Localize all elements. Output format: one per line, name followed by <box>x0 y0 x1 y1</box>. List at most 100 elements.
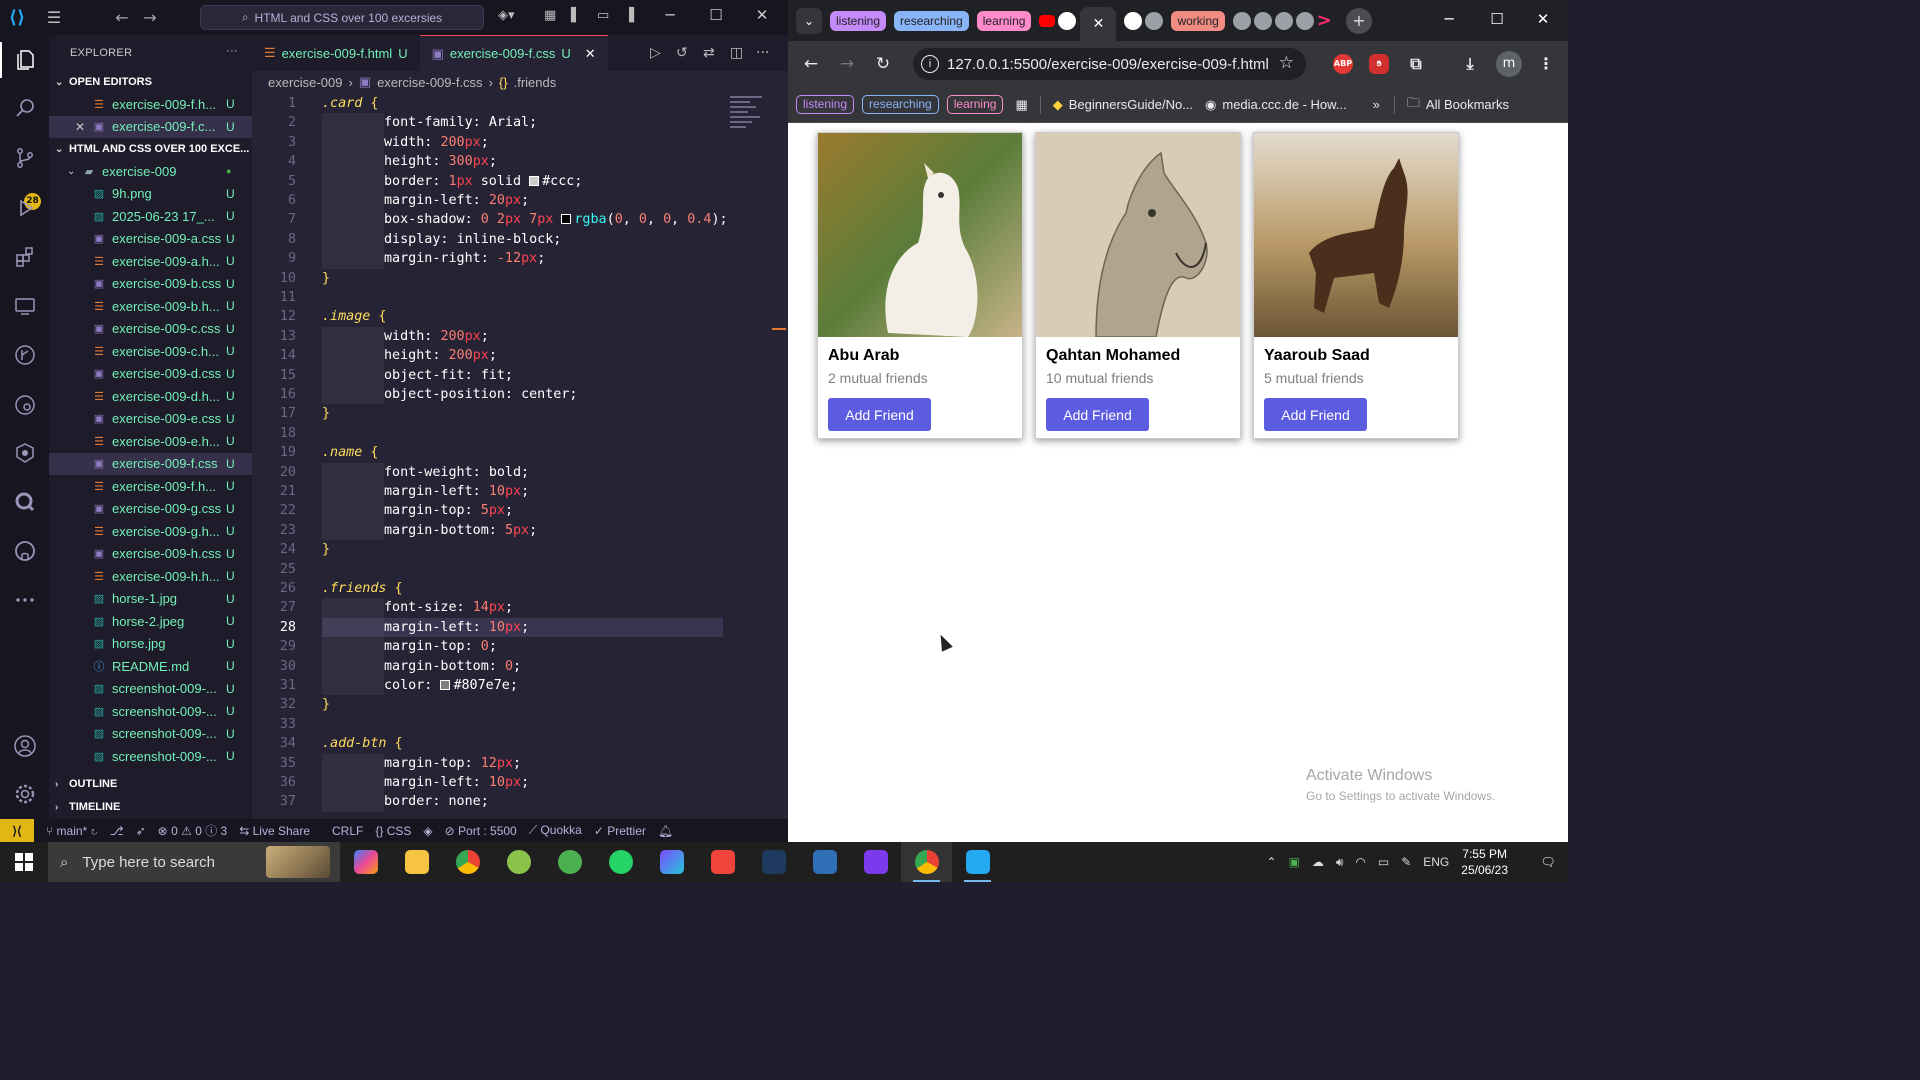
live-share-status[interactable]: ⇆ Live Share <box>239 824 310 838</box>
more-views-icon[interactable] <box>0 582 49 618</box>
prettier-status[interactable]: ✓ Prettier <box>594 824 646 838</box>
rocket-icon[interactable]: ➶ <box>136 824 146 838</box>
problems-status[interactable]: ⊗ 0 ⚠ 0 ⓘ 3 <box>158 822 228 839</box>
bookmark-group-listening[interactable]: listening <box>796 95 855 114</box>
taskbar-search-box[interactable]: ⌕ Type here to search <box>48 842 340 882</box>
close-tab-icon[interactable]: ✕ <box>585 46 596 62</box>
file-item[interactable]: ▨ 9h.png U <box>49 183 252 206</box>
kubernetes-icon[interactable] <box>0 435 49 471</box>
minimize-icon[interactable]: ─ <box>1426 10 1472 28</box>
code-line[interactable]: margin-top: 5px; <box>322 501 513 521</box>
github-tab-icon[interactable] <box>1124 11 1143 30</box>
forward-arrow-icon[interactable]: → <box>136 8 164 27</box>
layout-customize-icon[interactable]: ▦ <box>544 8 556 23</box>
code-line[interactable]: margin-left: 10px; <box>322 773 529 793</box>
quokka-icon[interactable] <box>0 484 49 520</box>
file-item[interactable]: ☰ exercise-009-b.h... U <box>49 295 252 318</box>
breadcrumb-symbol[interactable]: .friends <box>514 75 557 90</box>
code-line[interactable]: .friends { <box>322 579 403 598</box>
file-item[interactable]: ▣ exercise-009-b.css U <box>49 273 252 296</box>
file-item[interactable]: ☰ exercise-009-h.h... U <box>49 565 252 588</box>
onedrive-icon[interactable]: ☁ <box>1312 855 1324 869</box>
tab-search-icon[interactable]: ⌄ <box>796 7 822 34</box>
chrome-menu-icon[interactable]: ⋮ <box>1536 54 1556 74</box>
code-line[interactable]: margin-bottom: 5px; <box>322 520 537 541</box>
branch-status[interactable]: ⑂ main* ↻ <box>46 824 98 838</box>
vpn-app-icon[interactable] <box>646 842 697 882</box>
language-status[interactable]: {} CSS <box>375 824 411 838</box>
code-line[interactable]: width: 200px; <box>322 132 489 153</box>
toggle-secondary-sidebar-icon[interactable]: ▐ <box>624 8 634 23</box>
more-actions-icon[interactable]: ··· <box>756 45 769 61</box>
file-item[interactable]: ⓘ README.md U <box>49 655 252 678</box>
file-item[interactable]: ▨ horse-2.jpeg U <box>49 610 252 633</box>
apps-grid-icon[interactable]: ▦ <box>1015 97 1027 113</box>
active-tab[interactable]: ✕ <box>1080 7 1117 41</box>
code-line[interactable]: margin-top: 0; <box>322 637 497 657</box>
code-line[interactable]: margin-bottom: 0; <box>322 656 521 676</box>
file-item[interactable]: ▣ exercise-009-c.css U <box>49 318 252 341</box>
code-line[interactable]: margin-top: 12px; <box>322 753 521 773</box>
code-line[interactable]: margin-left: 10px; <box>322 617 529 638</box>
open-editor-item[interactable]: ✕ ▣ exercise-009-f.c... U <box>49 115 252 138</box>
clock[interactable]: 7:55 PM 25/06/23 <box>1461 846 1508 878</box>
language-indicator[interactable]: ENG <box>1423 855 1449 869</box>
git-graph-status-icon[interactable]: ⎇ <box>110 824 124 838</box>
close-tab-icon[interactable]: ✕ <box>1093 16 1105 32</box>
file-item[interactable]: ▣ exercise-009-f.css U <box>49 452 252 475</box>
github-tab-icon[interactable] <box>1058 11 1077 30</box>
tab-group-researching[interactable]: researching <box>894 10 969 31</box>
chrome-tab-icon[interactable] <box>1232 11 1251 30</box>
folder-row[interactable]: ⌄ ▰ exercise-009 ● <box>49 160 252 183</box>
breadcrumb-file[interactable]: exercise-009-f.css <box>377 75 482 90</box>
code-line[interactable]: font-size: 14px; <box>322 598 513 618</box>
battery-icon[interactable]: ▭ <box>1378 855 1389 869</box>
tab-group-working[interactable]: working <box>1171 10 1225 31</box>
code-line[interactable]: height: 200px; <box>322 346 497 366</box>
code-line[interactable]: margin-right: -12px; <box>322 249 545 269</box>
file-item[interactable]: ▨ 2025-06-23 17_... U <box>49 205 252 228</box>
outline-section[interactable]: › OUTLINE <box>49 773 252 795</box>
remote-icon[interactable]: ⟩⟨ <box>0 819 34 842</box>
downloads-icon[interactable]: ⤓ <box>1460 54 1480 74</box>
toggle-sidebar-icon[interactable]: ▌ <box>571 8 581 23</box>
file-item[interactable]: ☰ exercise-009-g.h... U <box>49 520 252 543</box>
code-line[interactable]: margin-left: 20px; <box>322 191 529 211</box>
back-arrow-icon[interactable]: ← <box>108 8 136 27</box>
bookmark-group-researching[interactable]: researching <box>862 95 939 114</box>
obsidian-icon[interactable] <box>850 842 901 882</box>
split-editor-icon[interactable]: ◫ <box>730 45 743 61</box>
open-editors-section[interactable]: ⌄ OPEN EDITORS <box>49 71 252 93</box>
search-icon[interactable] <box>0 90 49 126</box>
code-line[interactable]: border: none; <box>322 792 489 812</box>
code-line[interactable]: display: inline-block; <box>322 229 561 250</box>
dark-app-icon[interactable] <box>748 842 799 882</box>
run-icon[interactable]: ▷ <box>650 45 661 61</box>
code-line[interactable]: color: #807e7e; <box>322 676 518 696</box>
tray-app-icon[interactable]: ▣ <box>1288 855 1299 869</box>
maximize-icon[interactable]: ☐ <box>696 6 736 24</box>
reload-icon[interactable]: ↻ <box>865 54 901 74</box>
close-icon[interactable]: ✕ <box>1520 10 1566 28</box>
toggle-panel-icon[interactable]: ▭ <box>597 8 609 23</box>
minimize-icon[interactable]: ─ <box>650 6 690 24</box>
file-item[interactable]: ☰ exercise-009-d.h... U <box>49 385 252 408</box>
code-line[interactable]: font-family: Arial; <box>322 113 537 133</box>
windows-start-icon[interactable] <box>0 842 48 882</box>
file-item[interactable]: ▨ screenshot-009-... U <box>49 723 252 746</box>
bookmark-star-icon[interactable]: ☆ <box>1279 53 1294 73</box>
pen-icon[interactable]: ✎ <box>1401 855 1411 869</box>
file-item[interactable]: ☰ exercise-009-f.h... U <box>49 475 252 498</box>
close-icon[interactable]: ✕ <box>75 120 91 134</box>
chrome-tab-icon[interactable] <box>1274 11 1293 30</box>
file-item[interactable]: ▨ screenshot-009-... U <box>49 700 252 723</box>
file-item[interactable]: ▣ exercise-009-a.css U <box>49 228 252 251</box>
file-item[interactable]: ☰ exercise-009-a.h... U <box>49 250 252 273</box>
file-item[interactable]: ▣ exercise-009-d.css U <box>49 363 252 386</box>
chrome-taskbar-icon[interactable] <box>442 842 493 882</box>
green-app-icon[interactable] <box>544 842 595 882</box>
bookmark-python[interactable]: ◆ BeginnersGuide/No... <box>1053 97 1193 113</box>
file-item[interactable]: ▨ horse-1.jpg U <box>49 588 252 611</box>
add-friend-button[interactable]: Add Friend <box>1264 398 1367 431</box>
notification-center-icon[interactable]: 🗨︎ <box>1528 855 1568 869</box>
